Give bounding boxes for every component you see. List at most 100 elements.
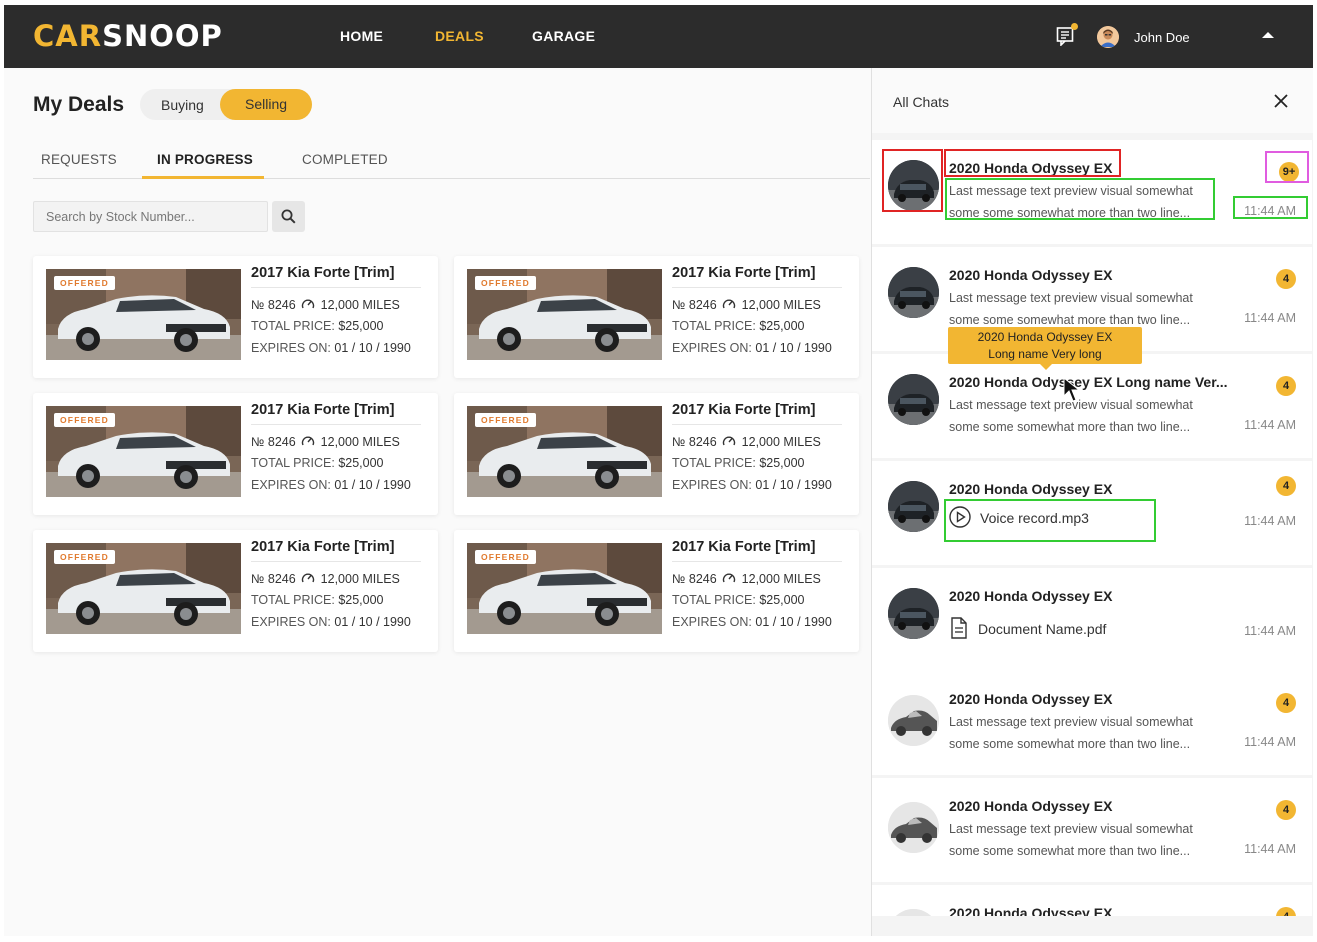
message-time: 11:44 AM <box>1244 311 1296 325</box>
odometer-icon <box>302 573 315 583</box>
attachment-name: Document Name.pdf <box>978 621 1107 637</box>
chat-panel: All Chats 2020 Honda Odyssey EX Last mess… <box>871 68 1313 936</box>
stock-number: № 8246 <box>672 572 717 586</box>
expires-label: EXPIRES ON: <box>251 615 331 629</box>
nav-garage[interactable]: GARAGE <box>532 28 595 44</box>
price-value: $25,000 <box>759 456 805 470</box>
unread-count-badge: 4 <box>1276 800 1296 820</box>
expires-line: EXPIRES ON: 01 / 10 / 1990 <box>672 478 832 492</box>
collapse-caret-icon[interactable] <box>1262 32 1274 38</box>
buying-selling-toggle: Buying Selling <box>140 89 312 120</box>
unread-count-badge: 4 <box>1276 269 1296 289</box>
expires-line: EXPIRES ON: 01 / 10 / 1990 <box>672 341 832 355</box>
car-image: OFFERED <box>467 269 662 360</box>
card-divider <box>251 561 421 562</box>
play-icon[interactable] <box>949 506 971 528</box>
price-value: $25,000 <box>759 593 805 607</box>
close-icon[interactable] <box>1274 94 1288 108</box>
chat-icon[interactable] <box>1056 23 1078 47</box>
stock-miles-line: № 8246 12,000 MILES <box>251 297 400 312</box>
preview-line: Last message text preview visual somewha… <box>949 822 1193 836</box>
message-preview: Last message text preview visual somewha… <box>949 818 1209 862</box>
chat-item[interactable]: 2020 Honda Odyssey EX Document Name.pdf 11… <box>872 568 1312 672</box>
stock-miles-line: № 8246 12,000 MILES <box>672 434 821 449</box>
panel-bottom <box>872 916 1313 936</box>
chat-title: 2020 Honda Odyssey EX <box>949 798 1113 814</box>
deal-card[interactable]: OFFERED 2017 Kia Forte [Trim] № 8246 12,00… <box>33 393 438 515</box>
tab-completed[interactable]: COMPLETED <box>302 152 388 167</box>
deal-card[interactable]: OFFERED 2017 Kia Forte [Trim] № 8246 12,00… <box>33 530 438 652</box>
chat-panel-header: All Chats <box>872 68 1313 133</box>
tab-in-progress[interactable]: IN PROGRESS <box>157 152 253 167</box>
offered-badge: OFFERED <box>54 413 116 427</box>
price-value: $25,000 <box>759 319 805 333</box>
file-attachment[interactable]: Document Name.pdf <box>949 617 1106 639</box>
unread-count-badge: 9+ <box>1279 162 1299 182</box>
nav-deals[interactable]: DEALS <box>435 28 484 44</box>
expires-value: 01 / 10 / 1990 <box>334 478 411 492</box>
user-avatar[interactable] <box>1097 26 1119 48</box>
chat-item[interactable]: 2020 Honda Odyssey EX Long name Ver... La… <box>872 354 1312 458</box>
toggle-selling[interactable]: Selling <box>220 89 312 120</box>
deal-card[interactable]: OFFERED 2017 Kia Forte [Trim] № 8246 12,00… <box>33 256 438 378</box>
deal-tabs: REQUESTS IN PROGRESS COMPLETED <box>33 151 870 179</box>
expires-value: 01 / 10 / 1990 <box>755 615 832 629</box>
nav-home[interactable]: HOME <box>340 28 383 44</box>
expires-label: EXPIRES ON: <box>251 341 331 355</box>
card-title: 2017 Kia Forte [Trim] <box>251 265 395 281</box>
odometer-icon <box>723 299 736 309</box>
toggle-buying[interactable]: Buying <box>161 97 204 113</box>
active-tab-indicator <box>142 176 264 179</box>
expires-line: EXPIRES ON: 01 / 10 / 1990 <box>251 478 411 492</box>
preview-line: Last message text preview visual somewha… <box>949 291 1193 305</box>
preview-line: some some somewhat more than two line... <box>949 206 1191 220</box>
preview-line: some some somewhat more than two line... <box>949 420 1191 434</box>
deal-card[interactable]: OFFERED 2017 Kia Forte [Trim] № 8246 12,00… <box>454 393 859 515</box>
chat-avatar <box>888 802 939 853</box>
expires-label: EXPIRES ON: <box>672 478 752 492</box>
long-name-tooltip: 2020 Honda Odyssey EX Long name Very lon… <box>948 327 1142 370</box>
car-image: OFFERED <box>46 406 241 497</box>
unread-count-badge: 4 <box>1276 376 1296 396</box>
stock-search-input[interactable] <box>34 202 267 231</box>
message-preview: Last message text preview visual somewha… <box>949 711 1209 755</box>
price-line: TOTAL PRICE: $25,000 <box>251 456 384 470</box>
search-icon <box>281 209 296 224</box>
voice-attachment[interactable]: Voice record.mp3 <box>949 506 1089 528</box>
deal-card[interactable]: OFFERED 2017 Kia Forte [Trim] № 8246 12,00… <box>454 256 859 378</box>
price-line: TOTAL PRICE: $25,000 <box>251 319 384 333</box>
offered-badge: OFFERED <box>475 550 537 564</box>
price-line: TOTAL PRICE: $25,000 <box>672 456 805 470</box>
message-time: 11:44 AM <box>1244 514 1296 528</box>
offered-badge: OFFERED <box>54 550 116 564</box>
mileage: 12,000 MILES <box>320 298 400 312</box>
preview-line: Last message text preview visual somewha… <box>949 184 1193 198</box>
chat-item[interactable]: 2020 Honda Odyssey EX Last message text p… <box>872 778 1312 882</box>
chat-item[interactable]: 2020 Honda Odyssey EX Last message text p… <box>872 140 1312 244</box>
message-time: 11:44 AM <box>1244 624 1296 638</box>
chat-title: 2020 Honda Odyssey EX <box>949 267 1113 283</box>
stock-search <box>33 201 268 232</box>
chat-notification-dot <box>1071 23 1078 30</box>
carsnoop-logo[interactable]: CARSNOOP <box>33 19 223 53</box>
stock-number: № 8246 <box>672 435 717 449</box>
price-label: TOTAL PRICE: <box>672 319 756 333</box>
preview-line: some some somewhat more than two line... <box>949 844 1191 858</box>
attachment-name: Voice record.mp3 <box>980 510 1089 526</box>
expires-line: EXPIRES ON: 01 / 10 / 1990 <box>251 341 411 355</box>
deal-card[interactable]: OFFERED 2017 Kia Forte [Trim] № 8246 12,00… <box>454 530 859 652</box>
user-name[interactable]: John Doe <box>1134 30 1190 45</box>
mileage: 12,000 MILES <box>320 435 400 449</box>
tab-requests[interactable]: REQUESTS <box>41 152 117 167</box>
chat-item[interactable]: 2020 Honda Odyssey EX Voice record.mp3 11:… <box>872 461 1312 565</box>
search-button[interactable] <box>272 201 305 232</box>
tooltip-line-1: 2020 Honda Odyssey EX <box>977 330 1113 344</box>
unread-count-badge: 4 <box>1276 476 1296 496</box>
car-image: OFFERED <box>467 406 662 497</box>
stock-number: № 8246 <box>251 435 296 449</box>
card-title: 2017 Kia Forte [Trim] <box>672 265 816 281</box>
message-time: 11:44 AM <box>1244 842 1296 856</box>
chat-avatar <box>888 588 939 639</box>
chat-item[interactable]: 2020 Honda Odyssey EX Last message text p… <box>872 671 1312 775</box>
card-title: 2017 Kia Forte [Trim] <box>251 539 395 555</box>
